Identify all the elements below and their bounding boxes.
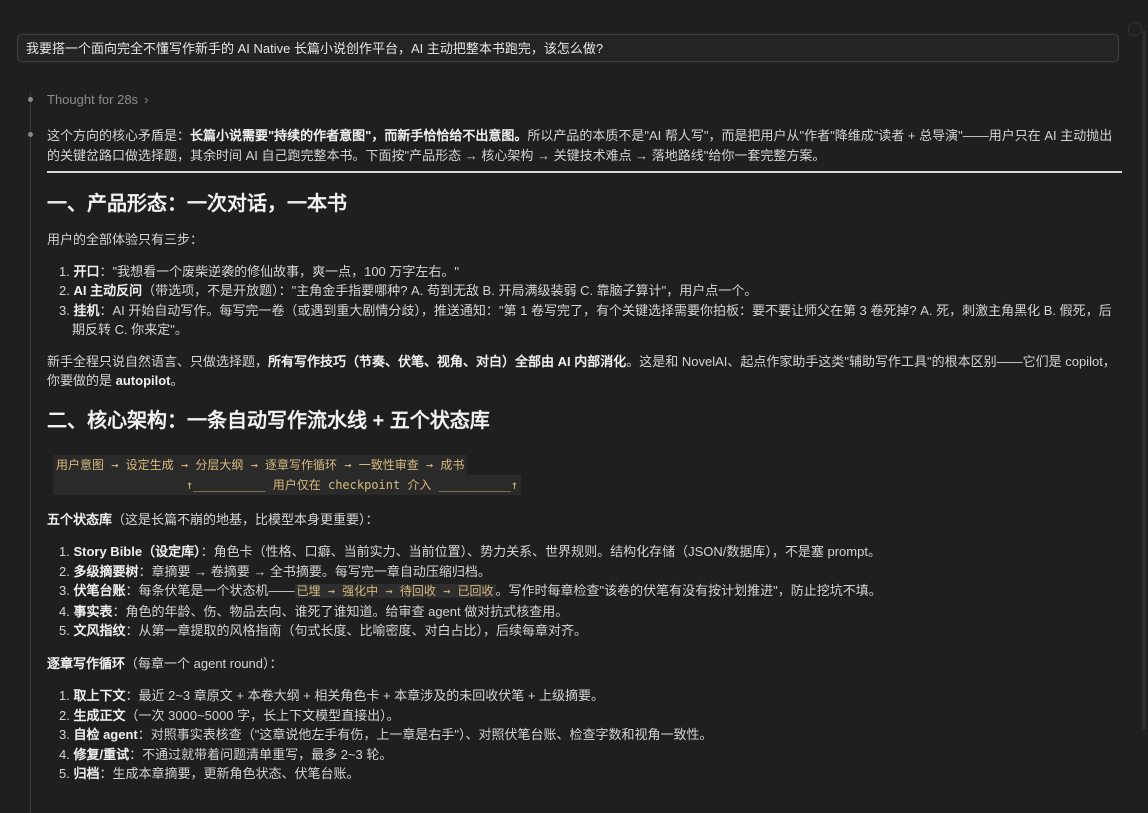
list-item: 2. AI 主动反问（带选项，不是开放题）："主角金手指要哪种? A. 苟到无敌… [59,281,1122,301]
list-item-bold: 事实表 [73,603,113,619]
list-item-bold: Story Bible（设定库） [73,544,201,559]
list-item-text: 。写作时每章检查"该卷的伏笔有没有按计划推进"，防止挖坑不填。 [495,583,882,598]
timeline-dot [28,132,33,137]
list-item: 1. 取上下文：最近 2~3 章原文 + 本卷大纲 + 相关角色卡 + 本章涉及… [59,686,1122,706]
list-item: 5. 文风指纹：从第一章提取的风格指南（句式长度、比喻密度、对白占比），后续每章… [59,621,1122,641]
summary-paragraph: 新手全程只说自然语言、只做选择题，所有写作技巧（节奏、伏笔、视角、对白）全部由 … [47,352,1122,391]
list-item-text: ：每条伏笔是一个状态机—— [125,583,295,598]
divider [47,171,1122,173]
list-number: 2. [59,283,70,298]
list-number: 1. [59,263,70,279]
intro-text: 这个方向的核心矛盾是： [47,128,191,143]
paragraph-text: 新手全程只说自然语言、只做选择题， [47,353,269,369]
steps-list: 1. 开口："我想看一个废柴逆袭的修仙故事，爽一点，100 万字左右。" 2. … [47,262,1122,340]
list-item-text: ：生成本章摘要，更新角色状态、伏笔台账。 [99,766,360,781]
list-item-bold: 修复/重试 [73,746,130,762]
stores-heading-text: （这是长篇不崩的地基，比模型本身更重要）： [112,511,379,527]
loop-heading: 逐章写作循环（每章一个 agent round）： [47,654,1122,674]
stores-heading-bold: 五个状态库 [47,511,113,527]
list-number: 3. [59,583,70,598]
user-prompt-bubble: 我要搭一个面向完全不懂写作新手的 AI Native 长篇小说创作平台，AI 主… [17,34,1119,62]
list-item-text: ：最近 2~3 章原文 + 本卷大纲 + 相关角色卡 + 本章涉及的未回收伏笔 … [125,688,605,703]
list-item: 3. 自检 agent：对照事实表核查（"这章说他左手有伤，上一章是右手"）、对… [59,725,1122,745]
list-item-text: ：对照事实表核查（"这章说他左手有伤，上一章是右手"）、对照伏笔台账、检查字数和… [137,727,713,742]
list-item-text: ：角色的年龄、伤、物品去向、谁死了谁知道。给审查 agent 做对抗式核查用。 [112,603,569,619]
list-item: 4. 事实表：角色的年龄、伤、物品去向、谁死了谁知道。给审查 agent 做对抗… [59,602,1122,622]
list-item-bold: 挂机 [73,302,100,318]
list-item-bold: AI 主动反问 [73,283,143,298]
chevron-right-icon: › [144,92,149,107]
list-number: 3. [59,302,70,318]
list-item-bold: 开口 [73,263,100,279]
list-item-bold: 伏笔台账 [73,583,126,598]
list-item: 5. 归档：生成本章摘要，更新角色状态、伏笔台账。 [59,764,1122,784]
list-item-bold: 多级摘要树 [73,563,139,579]
list-item-text: （一次 3000~5000 字，长上下文模型直接出）。 [125,707,400,723]
list-item: 3. 伏笔台账：每条伏笔是一个状态机—— 已埋 → 强化中 → 待回收 → 已回收… [59,581,1122,602]
paragraph-bold: 所有写作技巧（节奏、伏笔、视角、对白）全部由 AI 内部消化 [268,353,627,369]
scrollbar-track[interactable] [1142,30,1146,730]
list-item-text: （带选项，不是开放题）："主角金手指要哪种? A. 苟到无敌 B. 开局满级装弱… [142,283,758,298]
list-number: 1. [59,544,70,559]
pipeline-line: 用户意图 → 设定生成 → 分层大纲 → 逐章写作循环 → 一致性审查 → 成书 [53,454,468,475]
user-prompt-text: 我要搭一个面向完全不懂写作新手的 AI Native 长篇小说创作平台，AI 主… [26,41,604,56]
list-item-bold: 文风指纹 [73,623,126,638]
list-number: 4. [59,746,70,762]
list-number: 2. [59,563,70,579]
status-indicator-icon [1128,22,1142,36]
list-item: 1. 开口："我想看一个废柴逆袭的修仙故事，爽一点，100 万字左右。" [59,262,1122,282]
list-number: 2. [59,707,70,723]
section-heading: 二、核心架构：一条自动写作流水线 + 五个状态库 [47,409,490,432]
timeline-dot [28,97,33,102]
list-item: 1. Story Bible（设定库）：角色卡（性格、口癖、当前实力、当前位置）… [59,542,1122,562]
list-item-text: ：角色卡（性格、口癖、当前实力、当前位置）、势力关系、世界规则。结构化存储（JS… [200,544,881,559]
list-item-bold: 取上下文 [73,688,126,703]
list-item-bold: 归档 [73,766,100,781]
list-number: 5. [59,623,70,638]
paragraph-bold: autopilot [115,373,171,388]
list-item: 4. 修复/重试：不通过就带着问题清单重写，最多 2~3 轮。 [59,745,1122,765]
list-number: 1. [59,688,70,703]
list-item: 2. 多级摘要树：章摘要 → 卷摘要 → 全书摘要。每写完一章自动压缩归档。 [59,562,1122,582]
inline-code: 已埋 → 强化中 → 待回收 → 已回收 [294,584,496,598]
intro-bold: 长篇小说需要"持续的作者意图"，而新手恰恰给不出意图。 [190,128,528,143]
paragraph-text: 。 [170,373,184,388]
list-item-text: ：不通过就带着问题清单重写，最多 2~3 轮。 [129,746,393,762]
loop-heading-text: （每章一个 agent round）： [125,655,283,671]
list-item: 3. 挂机：AI 开始自动写作。每写完一卷（或遇到重大剧情分歧），推送通知："第… [59,301,1122,340]
stores-list: 1. Story Bible（设定库）：角色卡（性格、口癖、当前实力、当前位置）… [47,542,1122,641]
section-lead: 用户的全部体验只有三步： [47,232,204,247]
thought-label: Thought for 28s [47,92,139,107]
pipeline-line: ↑__________ 用户仅在 checkpoint 介入 _________… [53,474,522,495]
list-item: 2. 生成正文（一次 3000~5000 字，长上下文模型直接出）。 [59,706,1122,726]
list-item-bold: 生成正文 [73,707,126,723]
section-heading: 一、产品形态：一次对话，一本书 [47,193,347,215]
list-item-text: ：AI 开始自动写作。每写完一卷（或遇到重大剧情分歧），推送通知："第 1 卷写… [72,302,1112,338]
pipeline-code-block: 用户意图 → 设定生成 → 分层大纲 → 逐章写作循环 → 一致性审查 → 成书… [47,454,1122,495]
list-item-text: ：章摘要 → 卷摘要 → 全书摘要。每写完一章自动压缩归档。 [138,563,491,579]
timeline-rail [30,92,31,813]
assistant-response: 这个方向的核心矛盾是：长篇小说需要"持续的作者意图"，而新手恰恰给不出意图。所以… [47,126,1122,784]
thought-toggle[interactable]: Thought for 28s › [47,92,148,108]
list-number: 5. [59,766,70,781]
list-item-text: ："我想看一个废柴逆袭的修仙故事，爽一点，100 万字左右。" [99,263,460,279]
list-number: 4. [59,603,70,619]
loop-heading-bold: 逐章写作循环 [47,655,126,671]
list-item-bold: 自检 agent [73,727,138,742]
intro-paragraph: 这个方向的核心矛盾是：长篇小说需要"持续的作者意图"，而新手恰恰给不出意图。所以… [47,126,1122,165]
loop-list: 1. 取上下文：最近 2~3 章原文 + 本卷大纲 + 相关角色卡 + 本章涉及… [47,686,1122,784]
list-number: 3. [59,727,70,742]
stores-heading: 五个状态库（这是长篇不崩的地基，比模型本身更重要）： [47,510,1122,530]
list-item-text: ：从第一章提取的风格指南（句式长度、比喻密度、对白占比），后续每章对齐。 [125,623,587,638]
